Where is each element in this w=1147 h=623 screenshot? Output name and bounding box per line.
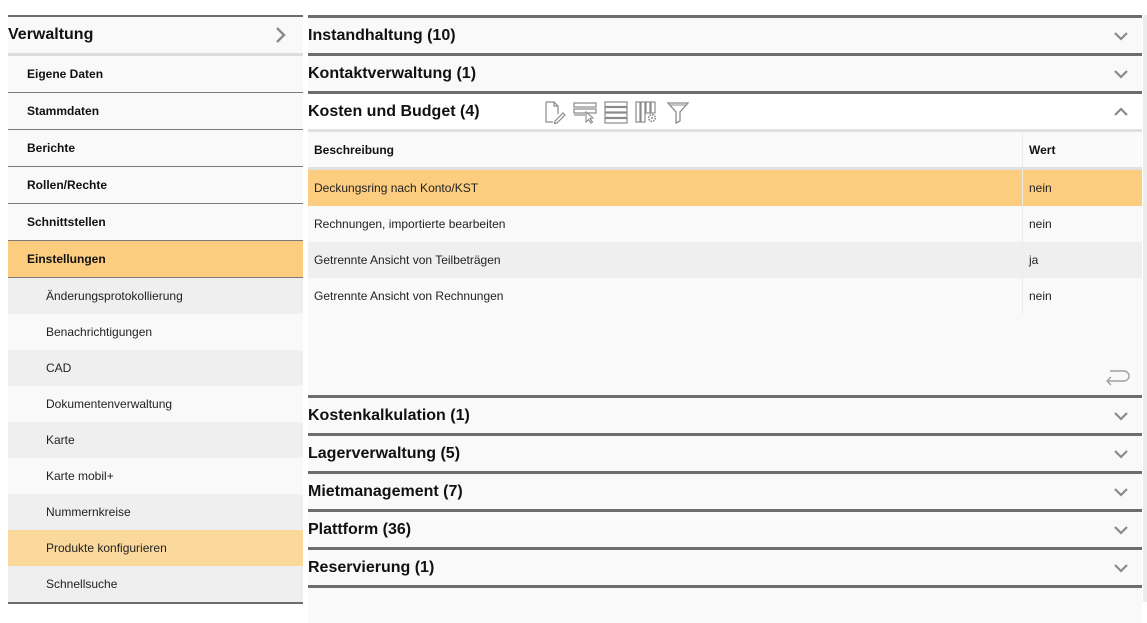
sidebar-item-label: Stammdaten	[27, 104, 100, 118]
chevron-down-icon[interactable]	[1112, 483, 1130, 501]
sidebar-item-einstellungen[interactable]: Einstellungen	[8, 241, 303, 278]
accordion-header[interactable]: Kosten und Budget (4)	[308, 94, 1142, 129]
accordion-header[interactable]: Instandhaltung (10)	[308, 18, 1142, 53]
sidebar-item-eigene-daten[interactable]: Eigene Daten	[8, 56, 303, 93]
sidebar-subitem-benachrichtigungen[interactable]: Benachrichtigungen	[8, 314, 303, 350]
table-row[interactable]: Rechnungen, importierte bearbeiten nein	[308, 206, 1142, 242]
cell-value: nein	[1022, 206, 1142, 242]
table-row[interactable]: Getrennte Ansicht von Rechnungen nein	[308, 278, 1142, 314]
accordion-header[interactable]: Mietmanagement (7)	[308, 474, 1142, 509]
sidebar-item-berichte[interactable]: Berichte	[8, 130, 303, 167]
accordion-section-instandhaltung: Instandhaltung (10)	[308, 15, 1142, 53]
filter-icon[interactable]	[666, 100, 690, 124]
cell-description: Deckungsring nach Konto/KST	[308, 168, 1023, 206]
sidebar-subitem-label: Produkte konfigurieren	[46, 541, 167, 555]
edit-document-icon[interactable]	[542, 100, 566, 124]
accordion-header[interactable]: Kostenkalkulation (1)	[308, 398, 1142, 433]
chevron-down-icon[interactable]	[1112, 65, 1130, 83]
accordion-section-clipped	[308, 585, 1142, 623]
sidebar-item-label: Einstellungen	[27, 252, 106, 266]
sidebar-subitem-dokumentenverwaltung[interactable]: Dokumentenverwaltung	[8, 386, 303, 422]
accordion-title: Kostenkalkulation (1)	[308, 406, 470, 424]
chevron-down-icon[interactable]	[1112, 445, 1130, 463]
sidebar-subitem-label: Schnellsuche	[46, 577, 118, 591]
chevron-down-icon[interactable]	[1112, 521, 1130, 539]
chevron-up-icon[interactable]	[1112, 103, 1130, 121]
chevron-down-icon[interactable]	[1112, 407, 1130, 425]
settings-accordion: Instandhaltung (10) Kontaktverwaltung (1…	[308, 15, 1142, 623]
cell-value: nein	[1022, 168, 1142, 206]
accordion-title: Instandhaltung (10)	[308, 26, 456, 44]
accordion-title: Kosten und Budget (4)	[308, 102, 480, 120]
sidebar-item-label: Schnittstellen	[27, 215, 106, 229]
sidebar-subitem-aenderungsprotokollierung[interactable]: Änderungsprotokollierung	[8, 278, 303, 314]
accordion-section-kontaktverwaltung: Kontaktverwaltung (1)	[308, 53, 1142, 91]
accordion-section-kosten-und-budget: Kosten und Budget (4) Beschreibung Wert …	[308, 91, 1142, 395]
table-header-row: Beschreibung Wert	[308, 132, 1142, 170]
sidebar-item-label: Eigene Daten	[27, 67, 104, 81]
cell-description: Rechnungen, importierte bearbeiten	[308, 206, 1023, 242]
accordion-section-lagerverwaltung: Lagerverwaltung (5)	[308, 433, 1142, 471]
accordion-header[interactable]	[308, 588, 1142, 623]
sidebar-subitem-cad[interactable]: CAD	[8, 350, 303, 386]
sidebar-item-stammdaten[interactable]: Stammdaten	[8, 93, 303, 130]
cell-value: ja	[1022, 242, 1142, 278]
sidebar-subitem-label: Karte	[46, 433, 75, 447]
column-header-beschreibung[interactable]: Beschreibung	[308, 132, 1023, 170]
sidebar-subitem-label: CAD	[46, 361, 72, 375]
accordion-header[interactable]: Plattform (36)	[308, 512, 1142, 547]
sidebar-subitem-label: Änderungsprotokollierung	[46, 289, 183, 303]
accordion-title: Reservierung (1)	[308, 558, 435, 576]
accordion-header[interactable]: Kontaktverwaltung (1)	[308, 56, 1142, 91]
chevron-down-icon[interactable]	[1112, 559, 1130, 577]
sidebar-header-label: Verwaltung	[8, 26, 94, 43]
sidebar-item-schnittstellen[interactable]: Schnittstellen	[8, 204, 303, 241]
kosten-und-budget-panel: Beschreibung Wert Deckungsring nach Kont…	[308, 129, 1142, 395]
accordion-title: Kontaktverwaltung (1)	[308, 64, 477, 82]
return-arrow-icon[interactable]	[1104, 367, 1130, 387]
accordion-header[interactable]: Reservierung (1)	[308, 550, 1142, 585]
page-scrollbar[interactable]	[1143, 15, 1147, 602]
list-rows-icon[interactable]	[604, 100, 628, 124]
sidebar-subitem-karte-mobil[interactable]: Karte mobil+	[8, 458, 303, 494]
sidebar-subitem-schnellsuche[interactable]: Schnellsuche	[8, 566, 303, 604]
accordion-section-kostenkalkulation: Kostenkalkulation (1)	[308, 395, 1142, 433]
accordion-section-mietmanagement: Mietmanagement (7)	[308, 471, 1142, 509]
settings-table: Beschreibung Wert Deckungsring nach Kont…	[308, 132, 1142, 314]
accordion-title: Mietmanagement (7)	[308, 482, 463, 500]
sidebar-navigation: Verwaltung Eigene Daten Stammdaten Beric…	[8, 15, 303, 604]
accordion-header[interactable]: Lagerverwaltung (5)	[308, 436, 1142, 471]
cell-description: Getrennte Ansicht von Rechnungen	[308, 278, 1023, 314]
sidebar-subitem-label: Dokumentenverwaltung	[46, 397, 173, 411]
sidebar-item-rollen-rechte[interactable]: Rollen/Rechte	[8, 167, 303, 204]
chevron-right-icon[interactable]	[269, 23, 293, 47]
cell-value: nein	[1022, 278, 1142, 314]
accordion-title: Lagerverwaltung (5)	[308, 444, 461, 462]
table-row[interactable]: Deckungsring nach Konto/KST nein	[308, 168, 1142, 206]
table-row[interactable]: Getrennte Ansicht von Teilbeträgen ja	[308, 242, 1142, 278]
accordion-title: Plattform (36)	[308, 520, 412, 538]
sidebar-subitem-nummernkreise[interactable]: Nummernkreise	[8, 494, 303, 530]
sidebar-subitem-label: Nummernkreise	[46, 505, 131, 519]
accordion-section-plattform: Plattform (36)	[308, 509, 1142, 547]
sidebar-header-verwaltung[interactable]: Verwaltung	[8, 17, 303, 56]
sidebar-item-label: Berichte	[27, 141, 76, 155]
section-toolbar	[542, 100, 690, 124]
column-header-wert[interactable]: Wert	[1022, 132, 1142, 170]
sidebar-subitem-label: Benachrichtigungen	[46, 325, 153, 339]
sidebar-item-label: Rollen/Rechte	[27, 178, 108, 192]
sidebar-subitem-label: Karte mobil+	[46, 469, 114, 483]
cell-description: Getrennte Ansicht von Teilbeträgen	[308, 242, 1023, 278]
accordion-section-reservierung: Reservierung (1)	[308, 547, 1142, 585]
select-row-icon[interactable]	[573, 100, 597, 124]
column-settings-icon[interactable]	[635, 100, 659, 124]
sidebar-subitem-karte[interactable]: Karte	[8, 422, 303, 458]
sidebar-subitem-produkte-konfigurieren[interactable]: Produkte konfigurieren	[8, 530, 303, 566]
chevron-down-icon[interactable]	[1112, 27, 1130, 45]
